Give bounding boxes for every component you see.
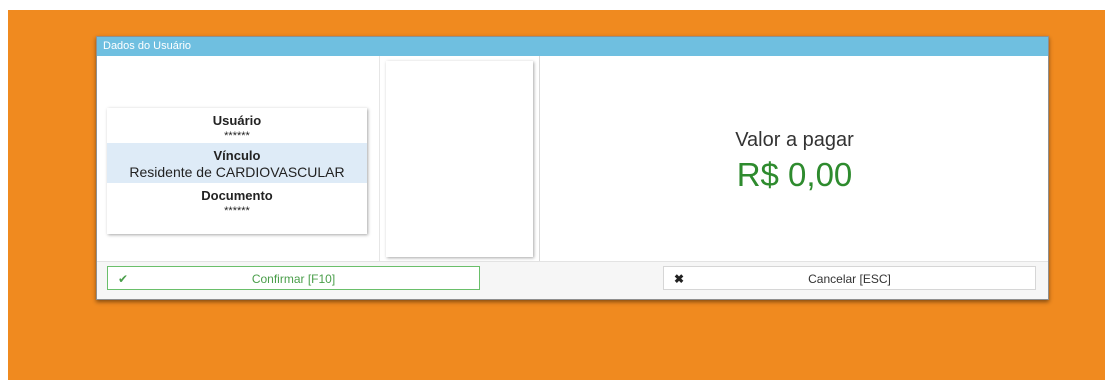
user-data-dialog: Dados do Usuário Usuário ****** Vínculo … — [96, 36, 1049, 300]
dialog-footer: ✔ Confirmar [F10] ✖ Cancelar [ESC] — [97, 261, 1048, 299]
vertical-divider — [379, 56, 380, 261]
amount-label: Valor a pagar — [735, 129, 854, 151]
documento-row: Documento ****** — [107, 183, 367, 218]
vinculo-label: Vínculo — [213, 148, 261, 163]
usuario-row: Usuário ****** — [107, 108, 367, 143]
cancel-button-label: Cancelar [ESC] — [808, 272, 891, 286]
documento-value: ****** — [224, 205, 250, 217]
dialog-body: Usuário ****** Vínculo Residente de CARD… — [97, 56, 1048, 261]
close-icon: ✖ — [674, 272, 685, 286]
vinculo-row: Vínculo Residente de CARDIOVASCULAR — [107, 143, 367, 183]
usuario-value: ****** — [224, 130, 250, 142]
cancel-button[interactable]: ✖ Cancelar [ESC] — [663, 266, 1036, 290]
user-info-card: Usuário ****** Vínculo Residente de CARD… — [107, 108, 367, 234]
user-photo-placeholder — [386, 61, 533, 257]
vinculo-value: Residente de CARDIOVASCULAR — [129, 164, 345, 180]
dialog-title: Dados do Usuário — [97, 37, 1048, 56]
documento-label: Documento — [201, 188, 273, 203]
confirm-button-label: Confirmar [F10] — [251, 272, 336, 286]
amount-value: R$ 0,00 — [736, 156, 853, 193]
confirm-button[interactable]: ✔ Confirmar [F10] — [107, 266, 480, 290]
payment-panel: Valor a pagar R$ 0,00 — [539, 56, 1049, 261]
check-icon: ✔ — [118, 272, 129, 286]
usuario-label: Usuário — [212, 113, 262, 128]
